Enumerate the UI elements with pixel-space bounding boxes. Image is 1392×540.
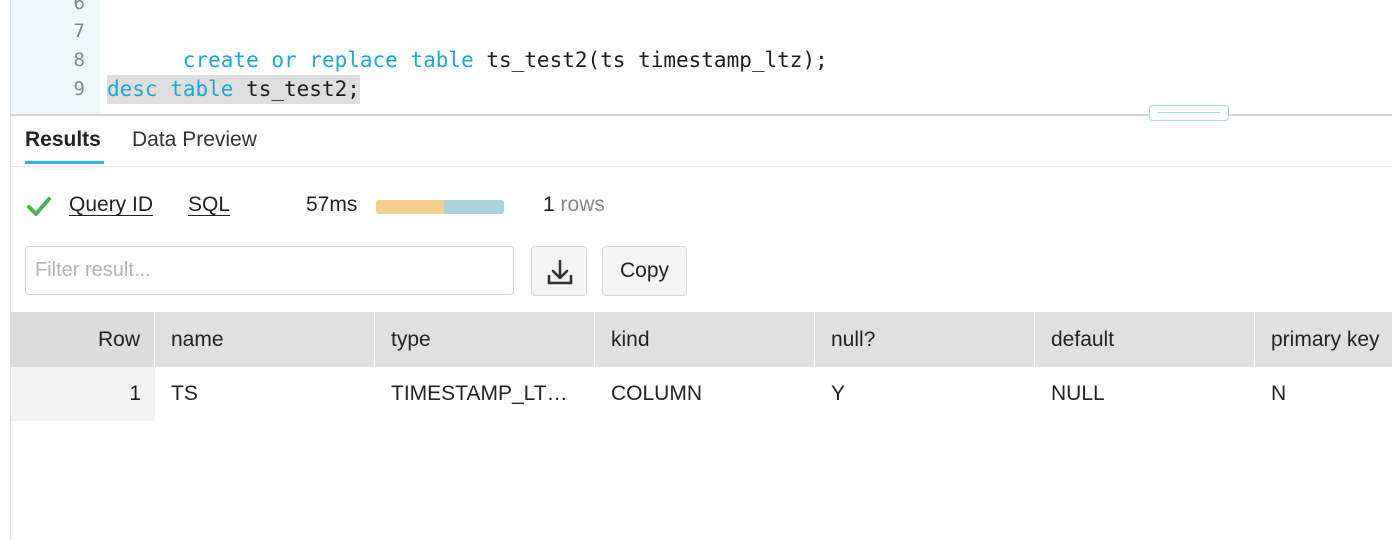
column-header-name[interactable]: name bbox=[155, 312, 375, 367]
row-number-cell: 1 bbox=[11, 367, 155, 421]
table-cell-kind[interactable]: COLUMN bbox=[595, 367, 815, 421]
sql-link[interactable]: SQL bbox=[188, 193, 230, 217]
code-text-selection[interactable]: desc table ts_test2; bbox=[107, 75, 360, 104]
timing-bar-compile bbox=[376, 200, 444, 214]
column-header-type[interactable]: type bbox=[375, 312, 595, 367]
column-header-null[interactable]: null? bbox=[815, 312, 1035, 367]
query-id-link[interactable]: Query ID bbox=[69, 193, 153, 217]
table-cell-primary-key[interactable]: N bbox=[1255, 367, 1392, 421]
row-count-label: rows bbox=[560, 193, 605, 216]
sql-editor[interactable]: 6 7 create or replace table ts_test2(ts … bbox=[11, 0, 1392, 114]
results-tabs: Results Data Preview bbox=[11, 116, 1392, 167]
tab-results[interactable]: Results bbox=[25, 128, 101, 152]
query-duration: 57ms bbox=[306, 193, 358, 216]
row-count-value: 1 bbox=[543, 193, 555, 216]
line-number: 9 bbox=[73, 78, 85, 100]
code-token: ts_test2; bbox=[233, 77, 360, 101]
editor-line[interactable]: 7 create or replace table ts_test2(ts ti… bbox=[11, 17, 1392, 72]
code-keyword: table bbox=[170, 77, 234, 101]
column-header-default[interactable]: default bbox=[1035, 312, 1255, 367]
table-header-row: Row name type kind null? default primary… bbox=[11, 312, 1392, 367]
line-number: 7 bbox=[73, 20, 85, 42]
results-table: Row name type kind null? default primary… bbox=[11, 312, 1392, 421]
table-cell-name[interactable]: TS bbox=[155, 367, 375, 421]
table-cell-default[interactable]: NULL bbox=[1035, 367, 1255, 421]
table-cell-type[interactable]: TIMESTAMP_LT… bbox=[375, 367, 595, 421]
column-header-primary-key[interactable]: primary key bbox=[1255, 312, 1392, 367]
editor-line-selected[interactable]: 9 desc table ts_test2; bbox=[11, 75, 1392, 104]
query-status-bar: Query ID SQL 57ms 1 rows bbox=[0, 185, 1392, 229]
download-button[interactable] bbox=[531, 246, 587, 296]
filter-result-input[interactable] bbox=[25, 246, 514, 295]
table-cell-null[interactable]: Y bbox=[815, 367, 1035, 421]
check-icon bbox=[27, 197, 51, 216]
table-row[interactable]: 1 TS TIMESTAMP_LT… COLUMN Y NULL N bbox=[11, 367, 1392, 421]
line-number: 8 bbox=[73, 49, 85, 71]
active-tab-indicator bbox=[25, 161, 104, 164]
column-header-kind[interactable]: kind bbox=[595, 312, 815, 367]
code-keyword: desc bbox=[107, 77, 158, 101]
tab-data-preview[interactable]: Data Preview bbox=[132, 128, 257, 152]
line-number: 6 bbox=[73, 0, 85, 14]
query-timing-bar[interactable] bbox=[376, 200, 504, 214]
column-header-row[interactable]: Row bbox=[11, 312, 155, 367]
editor-line[interactable]: 6 bbox=[11, 0, 1392, 18]
editor-line[interactable]: 8 bbox=[11, 46, 1392, 75]
row-count: 1 rows bbox=[543, 193, 605, 217]
timing-bar-execute bbox=[443, 200, 504, 214]
download-icon bbox=[547, 259, 573, 285]
copy-button[interactable]: Copy bbox=[602, 246, 687, 296]
